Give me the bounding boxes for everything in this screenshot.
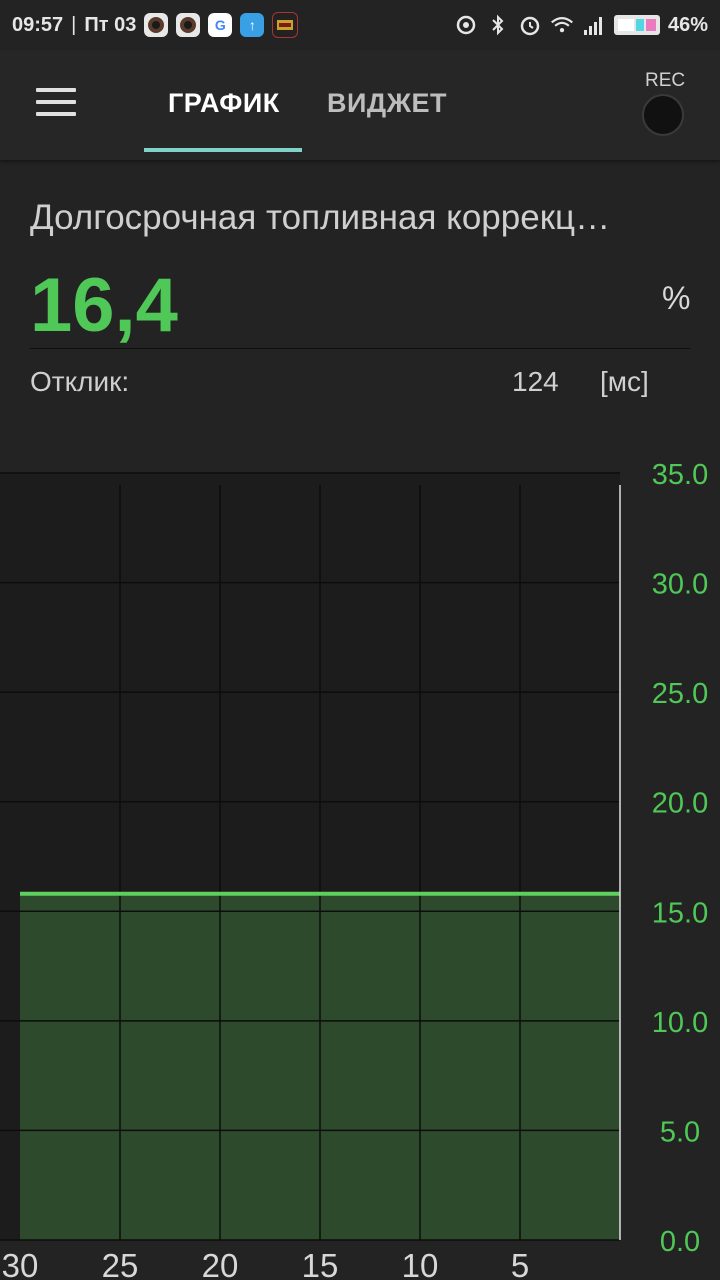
x-tick-label: 10 [402, 1247, 439, 1280]
bluetooth-icon [486, 13, 510, 37]
parameter-unit: % [662, 280, 691, 316]
rec-label: REC [645, 70, 686, 91]
obd-app-icon [272, 12, 299, 38]
response-unit: [мс] [600, 366, 649, 397]
hotspot-icon [454, 13, 478, 37]
battery-percent: 46% [667, 13, 708, 36]
parameter-value: 16,4 [30, 263, 178, 348]
x-tick-label: 30 [2, 1247, 39, 1280]
parameter-name: Долгосрочная топливная коррекц… [30, 198, 611, 237]
x-tick-label: 5 [511, 1247, 529, 1280]
divider [30, 348, 690, 349]
y-tick-label: 0.0 [660, 1226, 700, 1258]
y-tick-label: 10.0 [652, 1007, 708, 1039]
chart-svg: 0.0 5.0 10.0 15.0 20.0 25.0 30.0 35.0 30 25 20 15 10… [0, 459, 708, 1280]
record-button[interactable] [642, 94, 684, 136]
x-tick-label: 25 [102, 1247, 139, 1280]
signal-icon [582, 13, 606, 37]
chart[interactable]: 0.0 5.0 10.0 15.0 20.0 25.0 30.0 35.0 30 25 20 15 10… [0, 440, 720, 1280]
gauge-app-icon [144, 13, 169, 37]
status-time: 09:57 [12, 13, 64, 36]
y-tick-label: 30.0 [652, 569, 708, 601]
x-tick-label: 20 [202, 1247, 239, 1280]
status-bar: 09:57 | Пт 03 G ↑ 46% [0, 0, 720, 50]
alarm-icon [518, 13, 542, 37]
y-tick-label: 25.0 [652, 678, 708, 710]
y-tick-label: 20.0 [652, 788, 708, 820]
upload-icon: ↑ [240, 13, 265, 37]
google-icon: G [208, 13, 233, 37]
status-date: Пт 03 [84, 13, 137, 36]
status-bar-right: 46% [454, 13, 708, 37]
y-tick-label: 5.0 [660, 1116, 700, 1148]
response-value: 124 [512, 366, 559, 397]
status-bar-left: 09:57 | Пт 03 G ↑ [12, 12, 299, 38]
app-bar: ГРАФИК ВИДЖЕТ REC [0, 50, 720, 160]
y-tick-label: 35.0 [652, 459, 708, 491]
gauge-app-icon-2 [176, 13, 201, 37]
tab-vidzhet[interactable]: ВИДЖЕТ [327, 88, 447, 119]
active-tab-indicator [144, 148, 302, 152]
status-separator: | [71, 13, 77, 36]
wifi-icon [550, 13, 574, 37]
menu-icon[interactable] [36, 88, 76, 120]
x-tick-label: 15 [302, 1247, 339, 1280]
y-tick-label: 15.0 [652, 897, 708, 929]
tab-grafik[interactable]: ГРАФИК [168, 88, 280, 119]
battery-icon [613, 15, 660, 35]
response-label: Отклик: [30, 366, 130, 397]
